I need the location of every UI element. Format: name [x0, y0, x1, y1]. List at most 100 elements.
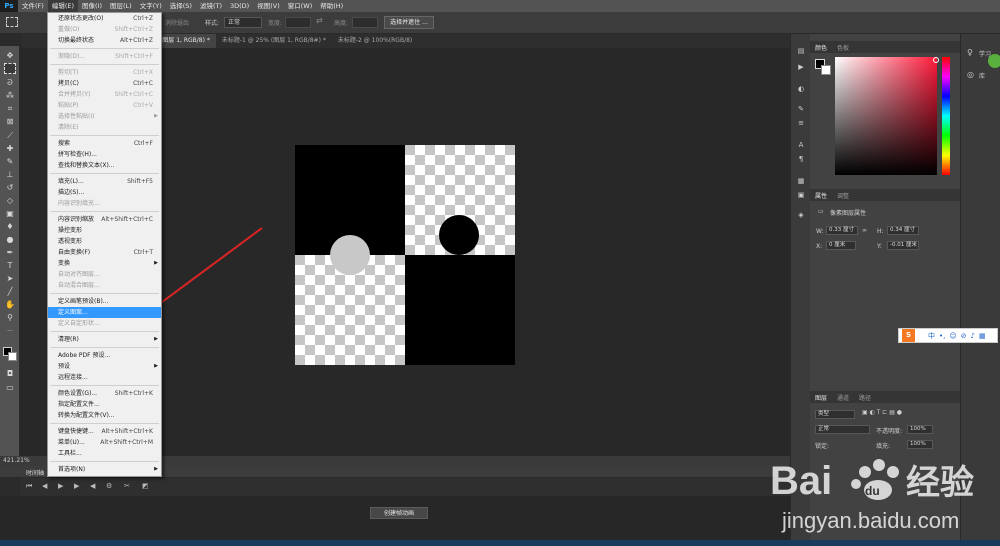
- fill-field[interactable]: 100%: [907, 440, 933, 449]
- color-picker-field[interactable]: [835, 57, 937, 175]
- menu-file[interactable]: 文件(F): [18, 0, 48, 12]
- menu-window[interactable]: 窗口(W): [284, 0, 317, 12]
- path-select-icon[interactable]: ➤: [4, 273, 16, 284]
- edit-menu-item[interactable]: 还原状态更改(O) Ctrl+Z: [48, 13, 161, 24]
- 3d-icon[interactable]: ◈: [795, 210, 807, 221]
- menu-image[interactable]: 图像(I): [78, 0, 106, 12]
- tab-doc-2[interactable]: 未标题-1 @ 25% (图层 1, RGB/8#) *: [216, 34, 332, 48]
- libraries-label[interactable]: 库: [979, 71, 985, 80]
- eraser-icon[interactable]: ◇: [4, 195, 16, 206]
- tab-channels[interactable]: 通道: [832, 393, 854, 402]
- edit-menu-item[interactable]: 首选项(N) ▶: [48, 464, 161, 475]
- brush-icon[interactable]: ✎: [4, 156, 16, 167]
- brush-settings-icon[interactable]: ✎: [795, 104, 807, 115]
- photoshop-logo[interactable]: Ps: [0, 0, 18, 12]
- color-picker-cursor[interactable]: [933, 57, 939, 63]
- edit-menu-item[interactable]: Adobe PDF 预设...: [48, 350, 161, 361]
- ime-punct-icon[interactable]: •,: [939, 332, 945, 340]
- split-icon[interactable]: ✂: [124, 482, 130, 490]
- edit-menu-item[interactable]: 拼写检查(H)...: [48, 149, 161, 160]
- panel-background-swatch[interactable]: [821, 65, 831, 75]
- character-icon[interactable]: A: [795, 140, 807, 151]
- timeline-tab[interactable]: 时间轴: [26, 468, 44, 477]
- tab-swatches[interactable]: 色板: [832, 43, 854, 52]
- edit-menu-item[interactable]: 搜索 Ctrl+F: [48, 138, 161, 149]
- y-field[interactable]: -0.01 厘米: [887, 241, 919, 250]
- width-field[interactable]: 0.33 厘寸: [826, 226, 858, 235]
- edit-menu-item[interactable]: 描边(S)...: [48, 187, 161, 198]
- menu-view[interactable]: 视图(V): [253, 0, 284, 12]
- tab-paths[interactable]: 路径: [854, 393, 876, 402]
- height-field[interactable]: 0.34 厘寸: [887, 226, 919, 235]
- layer-filter-icons[interactable]: ▣ ◐ T ⊏ ▤ ●: [862, 409, 902, 416]
- next-frame-icon[interactable]: ▶: [74, 482, 79, 490]
- adjustments-icon[interactable]: ◐: [795, 84, 807, 95]
- menu-filter[interactable]: 滤镜(T): [196, 0, 226, 12]
- first-frame-icon[interactable]: ⏮: [26, 482, 32, 491]
- healing-icon[interactable]: ✚: [4, 143, 16, 154]
- edit-menu-item[interactable]: 定义图案...: [48, 307, 161, 318]
- height-input[interactable]: [352, 17, 378, 28]
- ime-skin-icon[interactable]: ⊘: [961, 332, 967, 340]
- tab-properties[interactable]: 属性: [810, 191, 832, 200]
- opacity-field[interactable]: 100%: [907, 425, 933, 434]
- actions-icon[interactable]: ▶: [795, 62, 807, 73]
- edit-menu-item[interactable]: 内容识别缩放 Alt+Shift+Ctrl+C: [48, 214, 161, 225]
- zoom-icon[interactable]: ⚲: [4, 312, 16, 323]
- ime-voice-icon[interactable]: ♪: [971, 332, 975, 340]
- layer-kind-filter[interactable]: 类型: [815, 410, 855, 419]
- edit-menu-item[interactable]: 操控变形: [48, 225, 161, 236]
- edit-menu-item[interactable]: 预设 ▶: [48, 361, 161, 372]
- edit-menu-item[interactable]: 转换为配置文件(V)...: [48, 410, 161, 421]
- history-icon[interactable]: ▤: [795, 46, 807, 57]
- user-avatar[interactable]: [988, 54, 1000, 68]
- audio-icon[interactable]: ◀: [90, 482, 95, 490]
- tab-layers[interactable]: 图层: [810, 393, 832, 402]
- channels-icon[interactable]: ≡: [795, 118, 807, 129]
- pen-icon[interactable]: ✒: [4, 247, 16, 258]
- lasso-icon[interactable]: ᘐ: [4, 77, 16, 88]
- edit-menu-item[interactable]: 颜色设置(G)... Shift+Ctrl+K: [48, 388, 161, 399]
- width-input[interactable]: [285, 17, 311, 28]
- document-canvas[interactable]: [295, 145, 515, 365]
- swap-icon[interactable]: ⇄: [316, 16, 323, 25]
- edit-menu-item[interactable]: 远程连接...: [48, 372, 161, 383]
- create-frame-animation-button[interactable]: 创建帧动画: [370, 507, 428, 519]
- select-and-mask-button[interactable]: 选择并遮住 ...: [384, 16, 434, 29]
- quick-mask-icon[interactable]: ◘: [4, 368, 16, 379]
- frame-icon[interactable]: ⊠: [4, 116, 16, 127]
- edit-menu-item[interactable]: 切换最终状态 Alt+Ctrl+Z: [48, 35, 161, 46]
- magic-wand-icon[interactable]: ⁂: [4, 90, 16, 101]
- eyedropper-icon[interactable]: ⟋: [4, 130, 16, 141]
- swatches-icon[interactable]: ▦: [795, 176, 807, 187]
- play-icon[interactable]: ▶: [58, 482, 63, 490]
- tab-adjustments[interactable]: 调整: [832, 191, 854, 200]
- edit-menu-item[interactable]: 拷贝(C) Ctrl+C: [48, 78, 161, 89]
- stamp-icon[interactable]: ⊥: [4, 169, 16, 180]
- marquee-preset-icon[interactable]: [6, 17, 18, 27]
- ime-tools-icon[interactable]: ▦: [979, 332, 986, 340]
- dodge-icon[interactable]: ●: [4, 234, 16, 245]
- edit-menu-item[interactable]: 透视变形: [48, 236, 161, 247]
- paragraph-icon[interactable]: ¶: [795, 154, 807, 165]
- edit-menu-item[interactable]: 键盘快捷键... Alt+Shift+Ctrl+K: [48, 426, 161, 437]
- edit-menu-item[interactable]: 菜单(U)... Alt+Shift+Ctrl+M: [48, 437, 161, 448]
- menu-select[interactable]: 选择(S): [166, 0, 196, 12]
- menu-3d[interactable]: 3D(D): [226, 0, 253, 12]
- shape-icon[interactable]: ╱: [4, 286, 16, 297]
- tab-color[interactable]: 颜色: [810, 43, 832, 52]
- prev-frame-icon[interactable]: ◀: [42, 482, 47, 490]
- settings-icon[interactable]: ⚙: [106, 482, 112, 490]
- edit-menu-item[interactable]: 查找和替换文本(X)...: [48, 160, 161, 171]
- tab-doc-3[interactable]: 未标题-2 @ 100%(RGB/8): [332, 34, 418, 48]
- style-select[interactable]: 正常: [224, 17, 262, 28]
- edit-menu-item[interactable]: 清理(R) ▶: [48, 334, 161, 345]
- glyphs-icon[interactable]: ▣: [795, 190, 807, 201]
- screen-mode-icon[interactable]: ▭: [4, 382, 16, 393]
- edit-menu-item[interactable]: 填充(L)... Shift+F5: [48, 176, 161, 187]
- blend-mode-select[interactable]: 正常: [815, 425, 870, 434]
- gradient-icon[interactable]: ▣: [4, 208, 16, 219]
- hue-slider[interactable]: [942, 57, 950, 175]
- transition-icon[interactable]: ◩: [142, 482, 149, 490]
- menu-layer[interactable]: 图层(L): [106, 0, 136, 12]
